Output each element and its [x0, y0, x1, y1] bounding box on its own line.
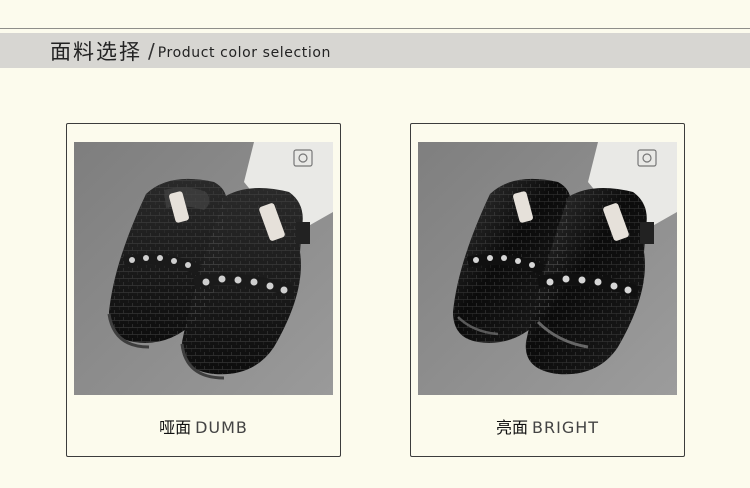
option-label-glossy: 亮面 BRIGHT: [411, 414, 684, 438]
option-name-chinese: 哑面: [159, 418, 192, 437]
section-title-english: Product color selection: [157, 44, 332, 61]
product-photo-glossy: [418, 142, 677, 395]
section-title: 面料选择 / Product color selection: [50, 36, 331, 66]
option-name-english: BRIGHT: [532, 418, 600, 437]
option-label-matte: 哑面 DUMB: [67, 414, 340, 438]
option-name-english: DUMB: [195, 418, 248, 437]
option-card-glossy[interactable]: 亮面 BRIGHT: [410, 123, 685, 457]
option-name-chinese: 亮面: [495, 418, 528, 437]
header-divider: [0, 28, 750, 29]
title-separator: /: [148, 39, 155, 63]
product-photo-matte: [74, 142, 333, 395]
option-card-matte[interactable]: 哑面 DUMB: [66, 123, 341, 457]
section-title-chinese: 面料选择: [50, 40, 142, 64]
